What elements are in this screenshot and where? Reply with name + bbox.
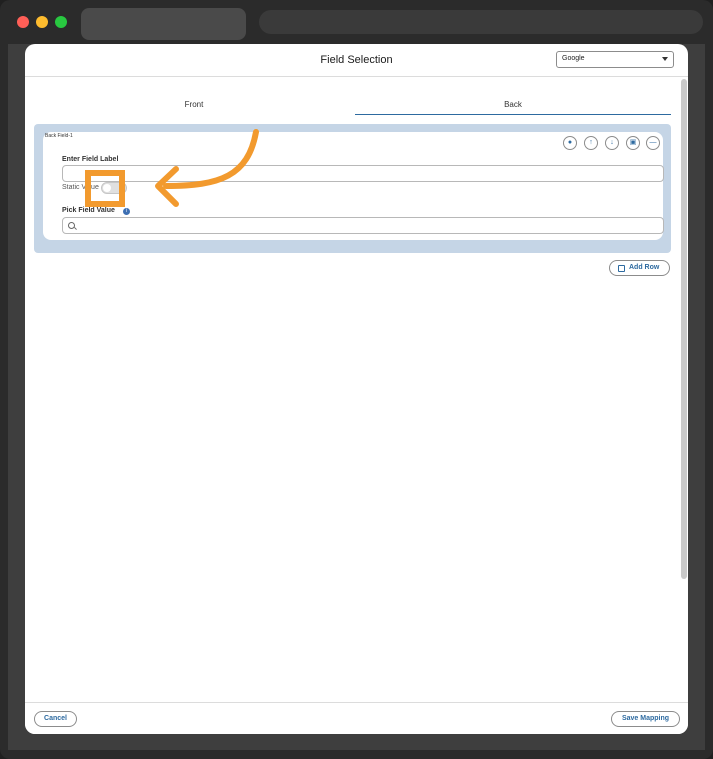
side-tabs: Front Back (35, 96, 671, 116)
pick-field-search-input[interactable] (62, 217, 664, 234)
minus-icon: — (649, 139, 657, 146)
add-row-button[interactable]: Add Row (609, 260, 670, 276)
close-window-button[interactable] (17, 16, 29, 28)
pick-field-value-label: Pick Field Value (62, 207, 115, 214)
chevron-down-icon (662, 57, 668, 61)
tab-back-label: Back (504, 100, 522, 109)
field-card: Back Field-1 Enter Field Label Static Va… (43, 132, 664, 240)
modal-header: Field Selection Google (25, 44, 688, 77)
cancel-button[interactable]: Cancel (34, 711, 77, 727)
bell-button[interactable]: ● (563, 136, 577, 150)
move-up-button[interactable]: ↑ (584, 136, 598, 150)
add-row-icon (618, 265, 625, 272)
annotation-arrow-icon (155, 129, 259, 207)
provider-select[interactable]: Google (556, 51, 674, 68)
info-icon[interactable]: i (123, 208, 130, 215)
maximize-window-button[interactable] (55, 16, 67, 28)
modal-footer: Cancel Save Mapping (25, 702, 688, 734)
field-selection-modal: Field Selection Google Front Back Back F… (25, 44, 688, 734)
provider-select-value: Google (562, 55, 585, 62)
minimize-window-button[interactable] (36, 16, 48, 28)
add-row-label: Add Row (629, 264, 660, 271)
browser-window: Field Selection Google Front Back Back F… (0, 0, 713, 759)
collapse-button[interactable]: — (646, 136, 660, 150)
bell-icon: ● (567, 139, 573, 146)
save-mapping-button[interactable]: Save Mapping (611, 711, 680, 727)
move-down-button[interactable]: ↓ (605, 136, 619, 150)
field-row-panel: Back Field-1 Enter Field Label Static Va… (34, 124, 671, 253)
scrollbar[interactable] (681, 79, 687, 579)
field-label-heading: Enter Field Label (62, 156, 119, 163)
tab-front-label: Front (184, 100, 204, 109)
delete-button[interactable]: ▣ (626, 136, 640, 150)
arrow-down-icon: ↓ (610, 139, 614, 146)
address-bar[interactable] (259, 10, 703, 34)
toggle-highlight-box (85, 170, 125, 207)
browser-tab[interactable] (81, 8, 246, 40)
field-id-label: Back Field-1 (45, 133, 73, 139)
titlebar (0, 0, 713, 44)
search-icon (68, 222, 75, 229)
trash-icon: ▣ (629, 139, 637, 146)
tab-back[interactable]: Back (355, 96, 671, 115)
arrow-up-icon: ↑ (589, 139, 593, 146)
tab-front[interactable]: Front (35, 96, 353, 114)
